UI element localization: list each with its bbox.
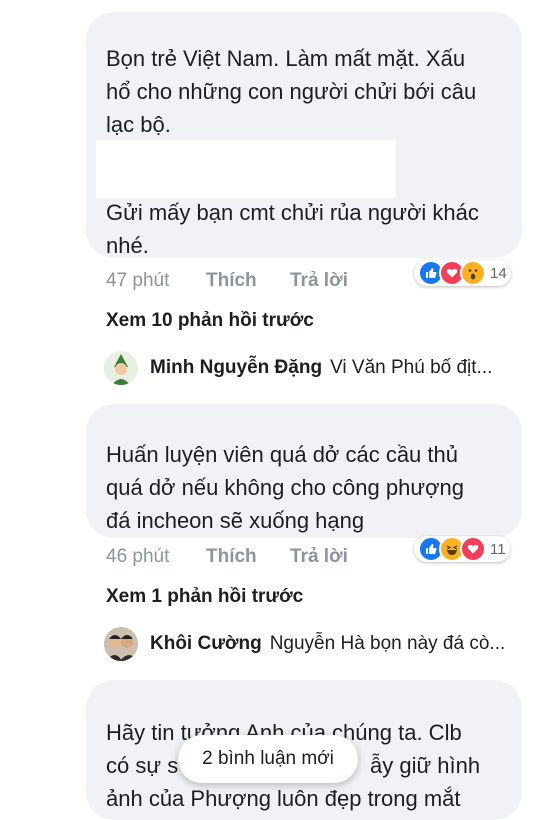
comment-text-line: lạc bộ. [106,112,171,137]
comment-text-line: Gửi mấy bạn cmt chửi rủa người khác [106,200,479,225]
comment-time: 47 phút [106,270,170,291]
reply-button[interactable]: Trả lời [290,270,348,292]
reply-author[interactable]: Minh Nguyễn Đặng [150,357,322,379]
avatar[interactable] [104,351,138,385]
reaction-count: 14 [490,264,507,282]
wow-icon [460,260,486,286]
avatar[interactable] [104,627,138,661]
reply-preview-2[interactable]: Khôi Cường Nguyễn Hà bọn này đá cò... [104,624,505,664]
love-icon [460,536,486,562]
like-button[interactable]: Thích [206,546,257,568]
reply-button[interactable]: Trả lời [290,546,348,568]
reaction-summary[interactable]: 14 [414,260,511,286]
view-previous-replies[interactable]: Xem 10 phản hồi trước [106,310,314,332]
reaction-summary[interactable]: 11 [414,536,510,562]
comment-text-line: có sự s [106,753,179,778]
comment-bubble-1[interactable]: Bọn trẻ Việt Nam. Làm mất mặt. Xấu hổ ch… [86,12,522,258]
comment-text-line: hổ cho những con người chửi bới câu [106,79,477,104]
comment-text-line: ẫy giữ hình [370,753,481,778]
comment-text-line: ảnh của Phượng luôn đẹp trong mắt [106,786,461,811]
reply-text: Vi Văn Phú bố địt... [330,357,493,378]
comment-text-line: nhé. [106,233,149,258]
comment-text-line: Huấn luyện viên quá dở các cầu thủ [106,442,458,467]
comment-bubble-2[interactable]: Huấn luyện viên quá dở các cầu thủ quá d… [86,404,522,538]
view-previous-replies[interactable]: Xem 1 phản hồi trước [106,586,303,608]
reply-author[interactable]: Khôi Cường [150,633,262,655]
comment-text-line: đá incheon sẽ xuống hạng [106,508,365,533]
comment-text-line: quá dở nếu không cho công phượng [106,475,464,500]
reply-preview-1[interactable]: Minh Nguyễn Đặng Vi Văn Phú bố địt... [104,348,492,388]
new-comments-button[interactable]: 2 bình luận mới [178,735,358,783]
reaction-count: 11 [490,540,506,558]
like-button[interactable]: Thích [206,270,257,292]
reply-text: Nguyễn Hà bọn này đá cò... [269,633,506,654]
comment-text-line: Bọn trẻ Việt Nam. Làm mất mặt. Xấu [106,46,466,71]
redaction-block [96,140,396,198]
comment-time: 46 phút [106,546,170,567]
